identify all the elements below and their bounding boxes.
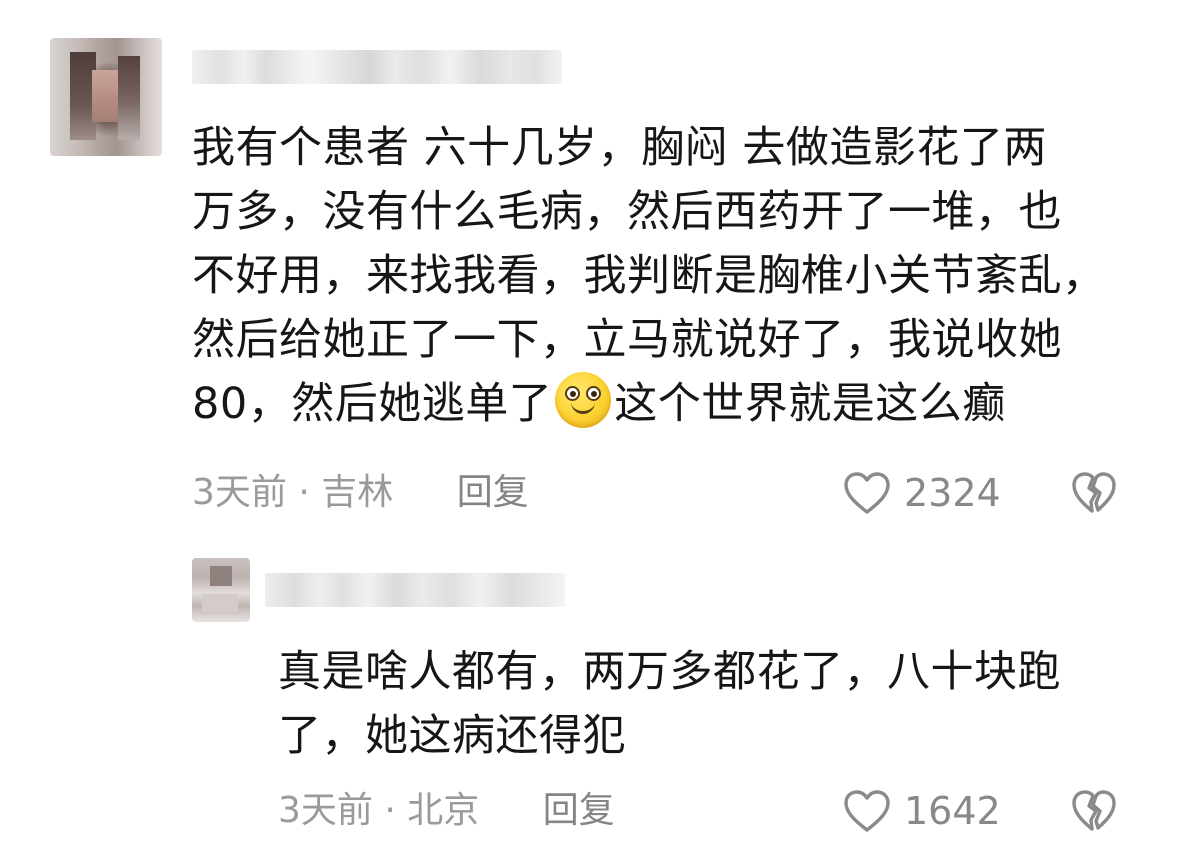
username-blurred[interactable] [265,573,565,607]
comment-line-part: 这个世界就是这么癫 [614,379,1006,429]
comment-line: 真是啥人都有，两万多都花了，八十块跑 [278,647,1061,697]
avatar-blur-block [210,566,232,586]
emoji-eye [565,386,581,401]
emoji-eye [586,386,602,401]
emoji-mouth [571,402,596,414]
comment-location: 北京 [407,790,480,831]
like-button[interactable]: 2324 [842,468,1001,518]
comment-line-part: 80，然后她逃单了 [192,379,553,429]
comment-line: 我有个患者 六十几岁，胸闷 去做造影花了两 [192,123,1047,173]
reply-button[interactable]: 回复 [457,472,529,513]
reply-button[interactable]: 回复 [543,790,615,831]
like-count: 2324 [904,471,1001,515]
heart-outline-icon [844,472,890,514]
username-blurred[interactable] [192,50,562,84]
comment-meta: 3天前 · 吉林 回复 [192,468,529,518]
meta-separator: · [384,790,396,831]
avatar[interactable] [50,38,162,156]
broken-heart-icon[interactable] [1070,470,1118,516]
comment-line: 万多，没有什么毛病，然后西药开了一堆，也 [192,187,1062,237]
meta-separator: · [298,472,310,513]
like-count: 1642 [904,789,1001,833]
comment-location: 吉林 [321,472,394,513]
avatar-blur-block [202,594,238,612]
comment-line: 不好用，来找我看，我判断是胸椎小关节紊乱， [192,251,1106,301]
comment-text[interactable]: 我有个患者 六十几岁，胸闷 去做造影花了两 万多，没有什么毛病，然后西药开了一堆… [192,116,1142,436]
comment-line: 然后给她正了一下，立马就说好了，我说收她 [192,315,1062,365]
comment-meta: 3天前 · 北京 回复 [278,786,615,836]
comment-time: 3天前 [278,790,373,831]
like-button[interactable]: 1642 [842,786,1001,836]
broken-heart-icon[interactable] [1070,788,1118,834]
avatar-blur-block [118,56,140,140]
comment-time: 3天前 [192,472,287,513]
heart-outline-icon [844,790,890,832]
comment-line-last: 80，然后她逃单了 这个世界就是这么癫 [192,372,1142,436]
smiling-face-emoji-icon [555,372,612,428]
comment-text[interactable]: 真是啥人都有，两万多都花了，八十块跑 了，她这病还得犯 [278,640,1138,768]
avatar[interactable] [192,558,250,622]
comment-line: 了，她这病还得犯 [278,711,626,761]
